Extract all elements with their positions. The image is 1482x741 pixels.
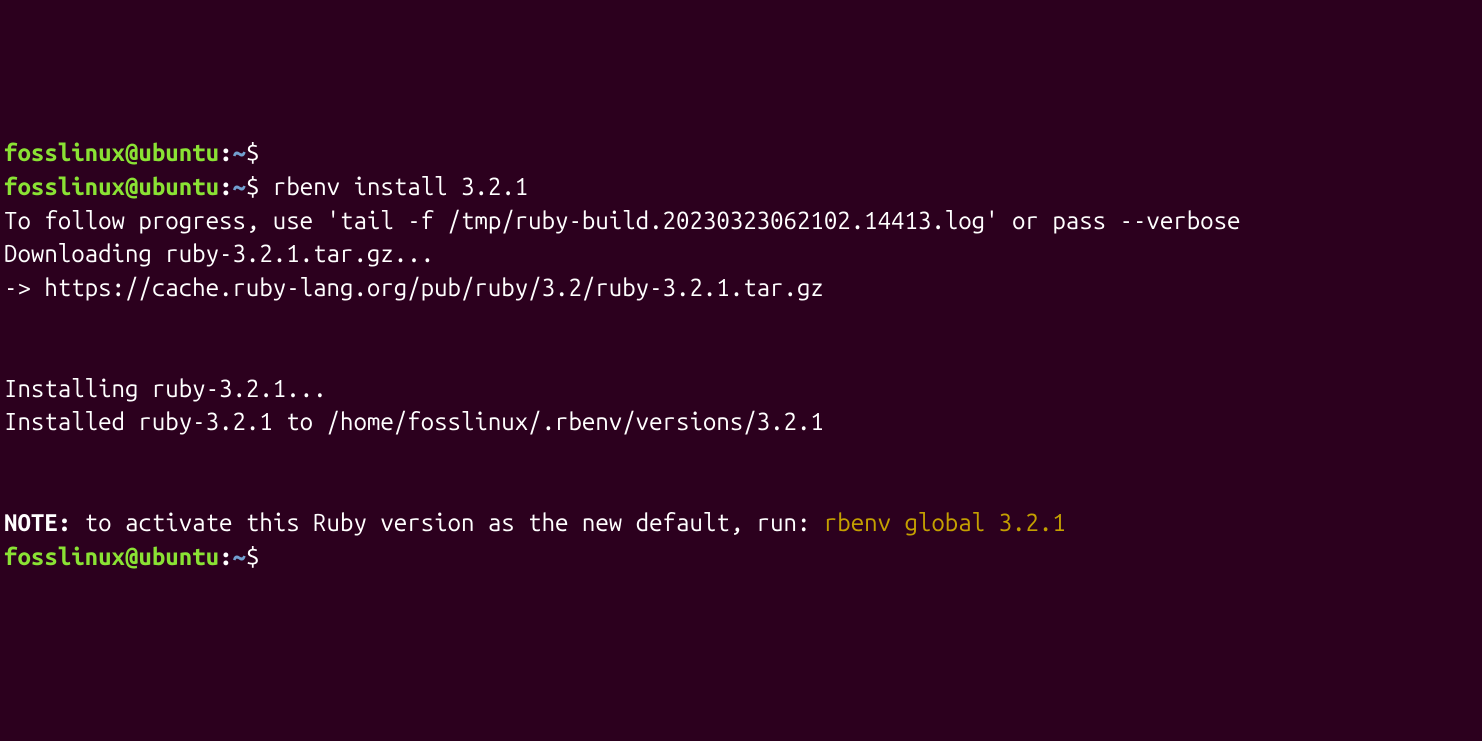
note-highlight-command: rbenv global 3.2.1 — [824, 509, 1066, 536]
prompt-at: @ — [125, 543, 138, 570]
output-blank — [4, 439, 1478, 473]
prompt-colon: : — [219, 139, 232, 166]
output-blank — [4, 304, 1478, 338]
prompt-user: fosslinux — [4, 173, 125, 200]
prompt-path: ~ — [233, 543, 246, 570]
note-text: to activate this Ruby version as the new… — [71, 509, 824, 536]
output-blank — [4, 338, 1478, 372]
output-blank — [4, 472, 1478, 506]
prompt-at: @ — [125, 173, 138, 200]
prompt-line-2: fosslinux@ubuntu:~$ rbenv install 3.2.1 — [4, 170, 1478, 204]
prompt-colon: : — [219, 543, 232, 570]
prompt-dollar: $ — [246, 543, 259, 570]
prompt-path: ~ — [233, 173, 246, 200]
prompt-dollar: $ — [246, 139, 259, 166]
prompt-user: fosslinux — [4, 543, 125, 570]
output-note-line: NOTE: to activate this Ruby version as t… — [4, 506, 1478, 540]
output-downloading: Downloading ruby-3.2.1.tar.gz... — [4, 237, 1478, 271]
command-rbenv-install[interactable]: rbenv install 3.2.1 — [273, 173, 528, 200]
prompt-user: fosslinux — [4, 139, 125, 166]
output-progress: To follow progress, use 'tail -f /tmp/ru… — [4, 204, 1478, 238]
output-installing: Installing ruby-3.2.1... — [4, 372, 1478, 406]
output-url: -> https://cache.ruby-lang.org/pub/ruby/… — [4, 271, 1478, 305]
prompt-host: ubuntu — [138, 173, 219, 200]
prompt-path: ~ — [233, 139, 246, 166]
prompt-colon: : — [219, 173, 232, 200]
note-label: NOTE: — [4, 509, 71, 536]
prompt-line-1: fosslinux@ubuntu:~$ — [4, 136, 1478, 170]
prompt-at: @ — [125, 139, 138, 166]
prompt-line-3: fosslinux@ubuntu:~$ — [4, 540, 1478, 574]
output-installed: Installed ruby-3.2.1 to /home/fosslinux/… — [4, 405, 1478, 439]
prompt-host: ubuntu — [138, 139, 219, 166]
prompt-host: ubuntu — [138, 543, 219, 570]
prompt-dollar: $ — [246, 173, 259, 200]
